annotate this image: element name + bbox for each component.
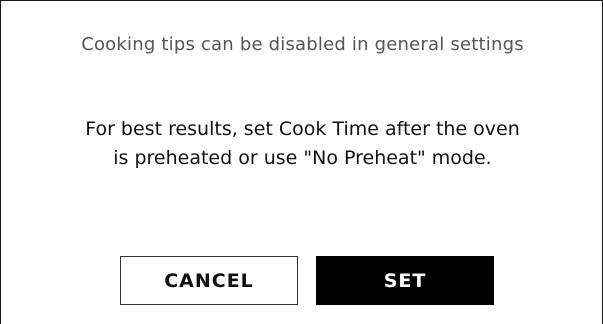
tips-settings-note: Cooking tips can be disabled in general … [81,34,524,55]
cooking-tip-message: For best results, set Cook Time after th… [85,118,520,169]
cancel-button[interactable]: CANCEL [120,256,298,305]
set-button[interactable]: SET [316,256,494,305]
cooking-tip-dialog: Cooking tips can be disabled in general … [0,0,603,324]
